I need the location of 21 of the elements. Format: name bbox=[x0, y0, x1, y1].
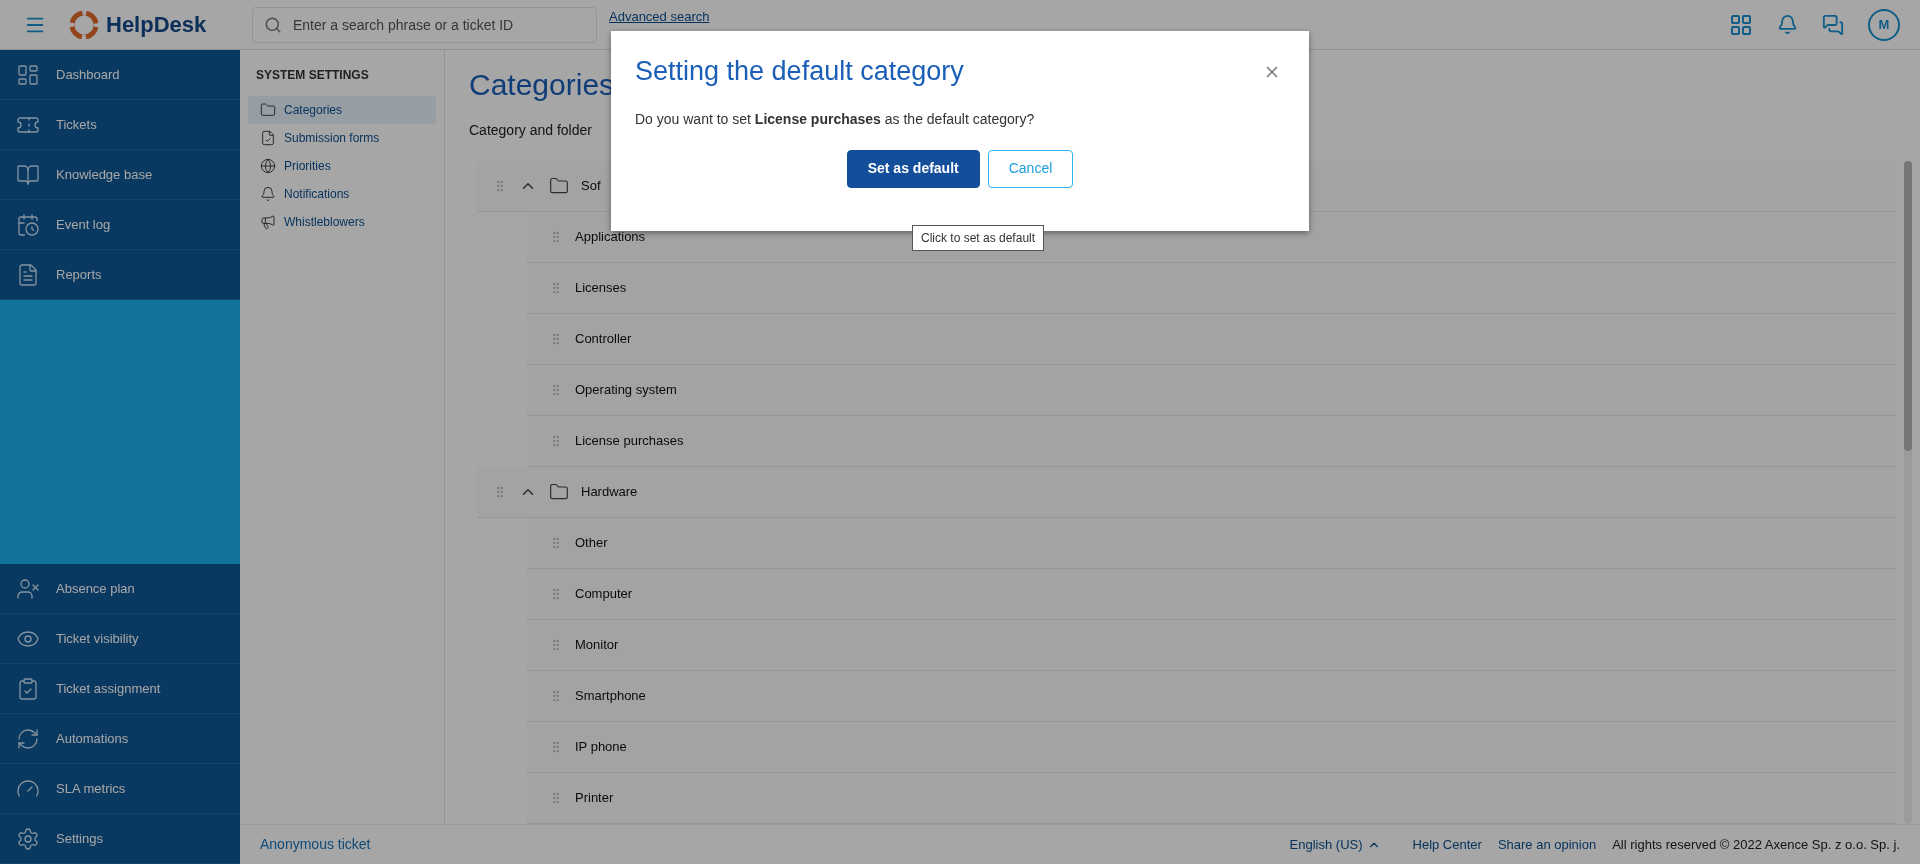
category-name: Controller bbox=[575, 330, 632, 349]
logo-text: HelpDesk bbox=[106, 11, 207, 39]
category-name: Applications bbox=[575, 228, 646, 247]
category-name: Licenses bbox=[575, 279, 627, 298]
category-name: Hardware bbox=[581, 483, 638, 502]
dialog-title: Setting the default category bbox=[635, 55, 964, 88]
category-name: Monitor bbox=[575, 636, 619, 655]
category-name: Computer bbox=[575, 585, 633, 604]
copyright-text: All rights reserved © 2022 Axence Sp. z o.o. Sp. j. bbox=[1612, 835, 1900, 854]
page-description: Category and folder bbox=[469, 121, 592, 140]
category-name: License purchases bbox=[575, 432, 684, 451]
category-name: Sof bbox=[581, 177, 601, 196]
page-title: Categories bbox=[469, 70, 615, 100]
category-name: Other bbox=[575, 534, 608, 553]
category-name: Smartphone bbox=[575, 687, 646, 706]
category-name: IP phone bbox=[575, 738, 627, 757]
dialog-message: Do you want to set License purchases as the default category? bbox=[635, 109, 1036, 129]
section-heading: SYSTEM SETTINGS bbox=[255, 67, 370, 84]
category-name: Operating system bbox=[575, 381, 677, 400]
tooltip: Click to set as default bbox=[912, 225, 1045, 251]
category-name: Printer bbox=[575, 789, 614, 808]
